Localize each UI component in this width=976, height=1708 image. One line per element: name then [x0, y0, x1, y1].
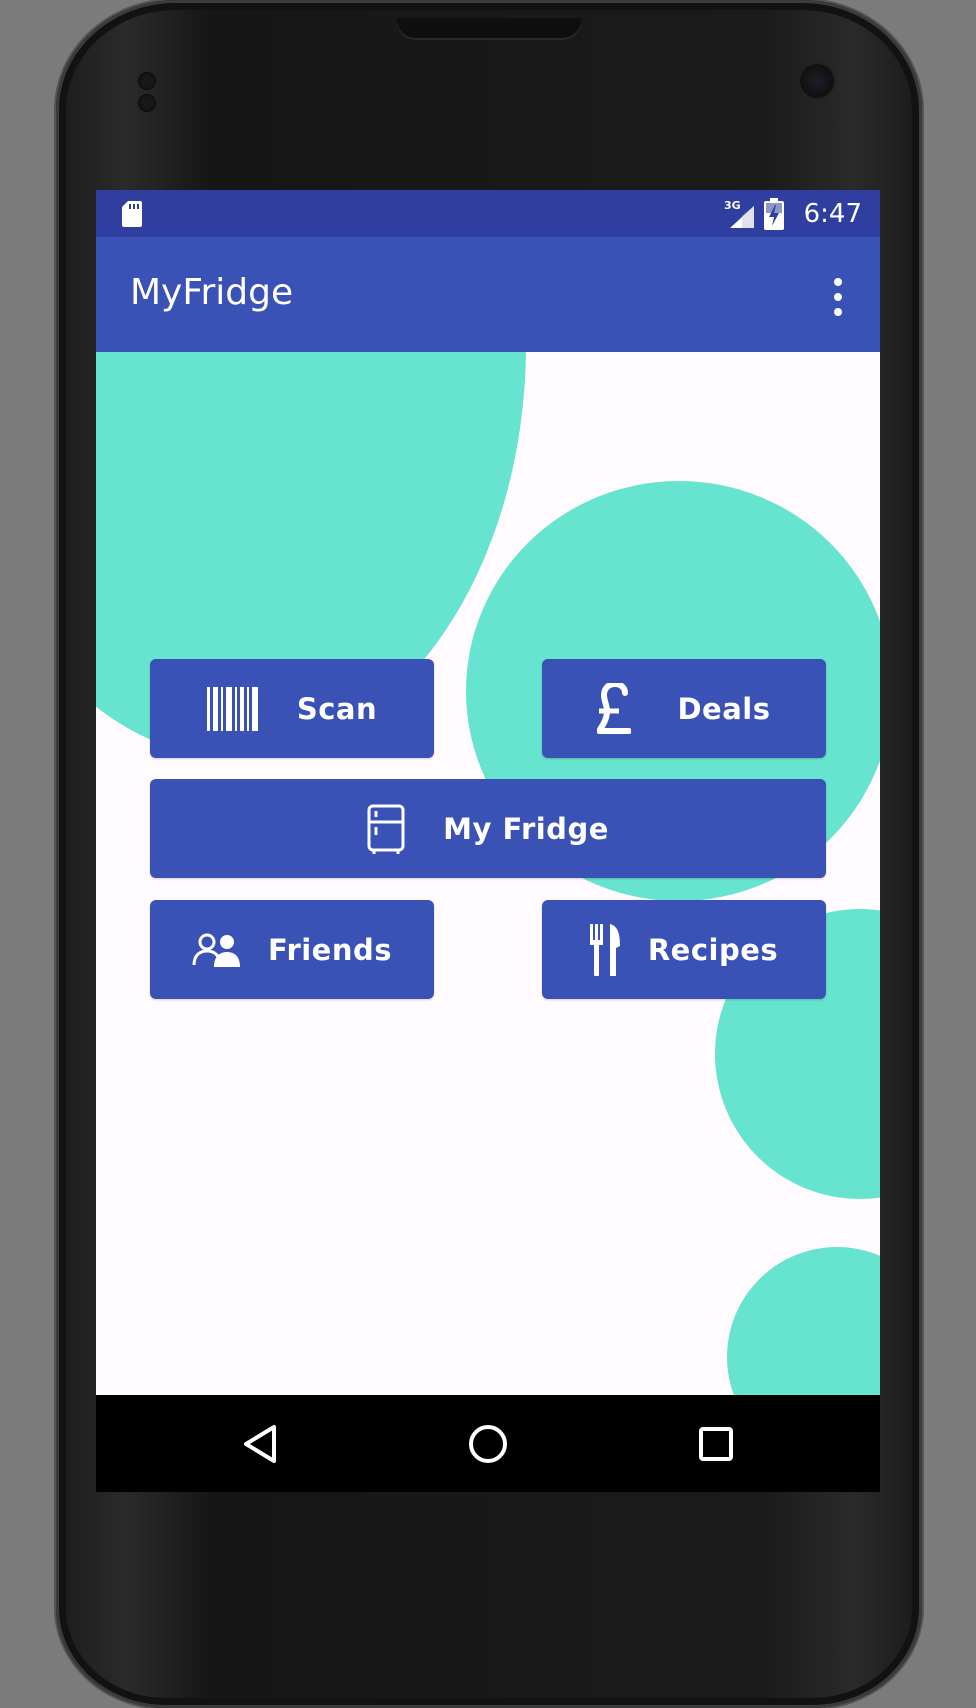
- back-button[interactable]: [210, 1395, 310, 1492]
- sd-card-icon: [122, 201, 142, 227]
- deals-button[interactable]: Deals: [542, 659, 826, 758]
- front-camera: [800, 64, 834, 98]
- recipes-label: Recipes: [647, 932, 779, 967]
- network-type-label: 3G: [724, 199, 741, 212]
- more-vert-icon[interactable]: [826, 273, 850, 321]
- app-title: MyFridge: [130, 272, 294, 313]
- status-time: 6:47: [803, 199, 862, 229]
- my-fridge-label: My Fridge: [443, 811, 609, 846]
- back-icon: [244, 1424, 276, 1463]
- friends-label: Friends: [267, 932, 393, 967]
- home-button[interactable]: [438, 1395, 538, 1492]
- recipes-button[interactable]: Recipes: [542, 900, 826, 999]
- recents-icon: [699, 1426, 733, 1461]
- battery-charging-icon: [764, 198, 784, 230]
- barcode-icon: [206, 686, 259, 731]
- scan-button[interactable]: Scan: [150, 659, 434, 758]
- device-screen: 3G 6:47 MyFridge Scan Deals My Fridge Fr…: [96, 190, 880, 1492]
- home-content: Scan Deals My Fridge Friends Recipes: [96, 352, 880, 1395]
- background-bubble: [727, 1247, 880, 1395]
- proximity-sensors: [138, 72, 182, 112]
- my-fridge-button[interactable]: My Fridge: [150, 779, 826, 878]
- scan-label: Scan: [296, 691, 378, 726]
- deals-label: Deals: [677, 691, 771, 726]
- app-bar: MyFridge: [96, 237, 880, 352]
- pound-icon: [597, 682, 632, 735]
- navigation-bar: [96, 1395, 880, 1492]
- recents-button[interactable]: [666, 1395, 766, 1492]
- friends-button[interactable]: Friends: [150, 900, 434, 999]
- fork-knife-icon: [589, 923, 620, 976]
- people-icon: [192, 933, 240, 967]
- speaker-grille: [396, 18, 582, 40]
- fridge-icon: [367, 804, 405, 854]
- home-icon: [469, 1424, 507, 1463]
- cell-signal-icon: 3G: [724, 199, 754, 228]
- status-bar: 3G 6:47: [96, 190, 880, 237]
